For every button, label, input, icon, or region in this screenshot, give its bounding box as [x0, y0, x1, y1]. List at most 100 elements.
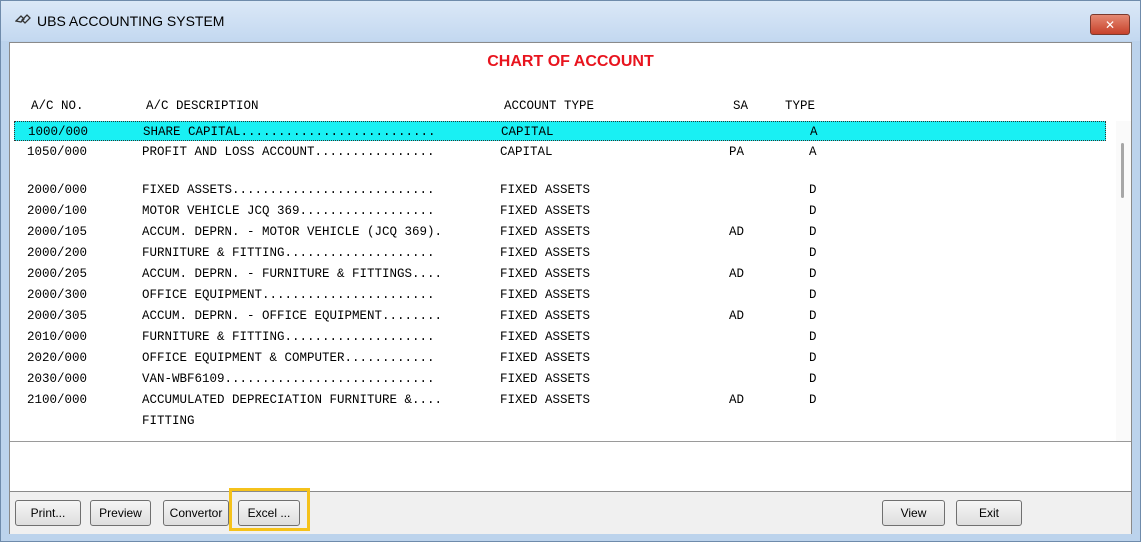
cell-ac-no: 2000/305	[27, 309, 88, 323]
cell-sa: AD	[729, 225, 745, 239]
cell-type: D	[809, 267, 817, 281]
cell-ac-no: 2000/000	[27, 183, 88, 197]
cell-ac-no: 2000/205	[27, 267, 88, 281]
cell-ac-no: 1000/000	[28, 125, 89, 139]
convertor-button-label: Convertor	[169, 506, 223, 520]
cell-account-type: FIXED ASSETS	[500, 225, 591, 239]
cell-ac-no: 1050/000	[27, 145, 88, 159]
cell-description: SHARE CAPITAL..........................	[143, 125, 436, 139]
cell-sa: AD	[729, 309, 745, 323]
table-row[interactable]: 1000/000 SHARE CAPITAL...................…	[14, 121, 1106, 141]
cell-ac-no: 2030/000	[27, 372, 88, 386]
table-row[interactable]: 2100/000 ACCUMULATED DEPRECIATION FURNITU…	[14, 390, 1106, 410]
cell-type: D	[809, 183, 817, 197]
cell-ac-no: 2000/300	[27, 288, 88, 302]
table-row[interactable]: 1050/000 PROFIT AND LOSS ACCOUNT.........…	[14, 142, 1106, 162]
table-row[interactable]: 2010/000 FURNITURE & FITTING.............…	[14, 327, 1106, 347]
close-icon: ✕	[1104, 17, 1116, 32]
cell-type: D	[809, 204, 817, 218]
cell-type: D	[809, 393, 817, 407]
table-row[interactable]: FITTING	[14, 411, 1106, 431]
title-bar[interactable]: UBS ACCOUNTING SYSTEM ✕	[1, 1, 1140, 41]
cell-description: FURNITURE & FITTING....................	[142, 330, 435, 344]
table-row[interactable]: 2000/305 ACCUM. DEPRN. - OFFICE EQUIPMENT…	[14, 306, 1106, 326]
cell-account-type: FIXED ASSETS	[500, 309, 591, 323]
report-panel: CHART OF ACCOUNT A/C NO. A/C DESCRIPTION…	[9, 42, 1132, 534]
cell-description: ACCUM. DEPRN. - MOTOR VEHICLE (JCQ 369).	[142, 225, 443, 239]
cell-description: ACCUMULATED DEPRECIATION FURNITURE &....	[142, 393, 443, 407]
cell-type: D	[809, 309, 817, 323]
column-header-description: A/C DESCRIPTION	[146, 99, 259, 113]
print-button-label: Print...	[30, 506, 66, 520]
cell-account-type: FIXED ASSETS	[500, 246, 591, 260]
cell-type: A	[810, 125, 818, 139]
cell-account-type: FIXED ASSETS	[500, 288, 591, 302]
preview-button[interactable]: Preview	[90, 500, 151, 526]
cell-type: D	[809, 246, 817, 260]
app-logo-icon	[15, 14, 31, 24]
table-row[interactable]: 2000/000 FIXED ASSETS....................…	[14, 180, 1106, 200]
print-button[interactable]: Print...	[15, 500, 81, 526]
column-header-account-type: ACCOUNT TYPE	[504, 99, 595, 113]
cell-description: ACCUM. DEPRN. - OFFICE EQUIPMENT........	[142, 309, 443, 323]
cell-description: PROFIT AND LOSS ACCOUNT................	[142, 145, 435, 159]
view-button-label: View	[900, 506, 927, 520]
column-header-type: TYPE	[785, 99, 816, 113]
cell-description: FITTING	[142, 414, 195, 428]
cell-sa: AD	[729, 393, 745, 407]
cell-description: OFFICE EQUIPMENT & COMPUTER............	[142, 351, 435, 365]
cell-description: ACCUM. DEPRN. - FURNITURE & FITTINGS....	[142, 267, 443, 281]
view-button[interactable]: View	[882, 500, 945, 526]
cell-type: D	[809, 351, 817, 365]
window-title: UBS ACCOUNTING SYSTEM	[37, 13, 225, 29]
cell-account-type: FIXED ASSETS	[500, 183, 591, 197]
column-header-sa: SA	[733, 99, 749, 113]
cell-type: D	[809, 225, 817, 239]
excel-button-highlight	[229, 488, 310, 531]
report-heading: CHART OF ACCOUNT	[487, 53, 654, 70]
scrollbar-thumb[interactable]	[1121, 143, 1124, 198]
vertical-scrollbar[interactable]	[1116, 121, 1131, 441]
button-bar: Print... Preview Convertor Excel ... Vie…	[10, 491, 1131, 534]
cell-ac-no: 2020/000	[27, 351, 88, 365]
cell-type: D	[809, 330, 817, 344]
table-row[interactable]: 2020/000 OFFICE EQUIPMENT & COMPUTER.....…	[14, 348, 1106, 368]
column-header-ac-no: A/C NO.	[31, 99, 84, 113]
cell-type: D	[809, 372, 817, 386]
table-row[interactable]: 2000/105 ACCUM. DEPRN. - MOTOR VEHICLE (J…	[14, 222, 1106, 242]
cell-account-type: FIXED ASSETS	[500, 372, 591, 386]
cell-account-type: CAPITAL	[501, 125, 554, 139]
status-area	[10, 442, 1131, 490]
account-list[interactable]: 1000/000 SHARE CAPITAL...................…	[10, 121, 1115, 441]
cell-account-type: FIXED ASSETS	[500, 204, 591, 218]
exit-button-label: Exit	[978, 506, 999, 520]
cell-account-type: FIXED ASSETS	[500, 351, 591, 365]
convertor-button[interactable]: Convertor	[163, 500, 229, 526]
cell-sa: AD	[729, 267, 745, 281]
close-button[interactable]: ✕	[1090, 14, 1130, 35]
cell-description: MOTOR VEHICLE JCQ 369..................	[142, 204, 435, 218]
cell-ac-no: 2000/105	[27, 225, 88, 239]
cell-description: FURNITURE & FITTING....................	[142, 246, 435, 260]
cell-account-type: FIXED ASSETS	[500, 393, 591, 407]
cell-sa: PA	[729, 145, 745, 159]
cell-ac-no: 2100/000	[27, 393, 88, 407]
cell-ac-no: 2000/200	[27, 246, 88, 260]
cell-type: A	[809, 145, 817, 159]
cell-type: D	[809, 288, 817, 302]
table-row[interactable]: 2000/205 ACCUM. DEPRN. - FURNITURE & FITT…	[14, 264, 1106, 284]
table-row[interactable]: 2000/300 OFFICE EQUIPMENT................…	[14, 285, 1106, 305]
table-row[interactable]: 2000/100 MOTOR VEHICLE JCQ 369...........…	[14, 201, 1106, 221]
cell-description: OFFICE EQUIPMENT.......................	[142, 288, 435, 302]
cell-description: FIXED ASSETS...........................	[142, 183, 435, 197]
exit-button[interactable]: Exit	[956, 500, 1022, 526]
table-row[interactable]: 2030/000 VAN-WBF6109.....................…	[14, 369, 1106, 389]
cell-account-type: CAPITAL	[500, 145, 553, 159]
cell-description: VAN-WBF6109............................	[142, 372, 435, 386]
cell-ac-no: 2010/000	[27, 330, 88, 344]
preview-button-label: Preview	[99, 506, 142, 520]
table-row[interactable]: 2000/200 FURNITURE & FITTING.............…	[14, 243, 1106, 263]
cell-account-type: FIXED ASSETS	[500, 330, 591, 344]
app-window: UBS ACCOUNTING SYSTEM ✕ CHART OF ACCOUNT…	[0, 0, 1141, 542]
cell-account-type: FIXED ASSETS	[500, 267, 591, 281]
